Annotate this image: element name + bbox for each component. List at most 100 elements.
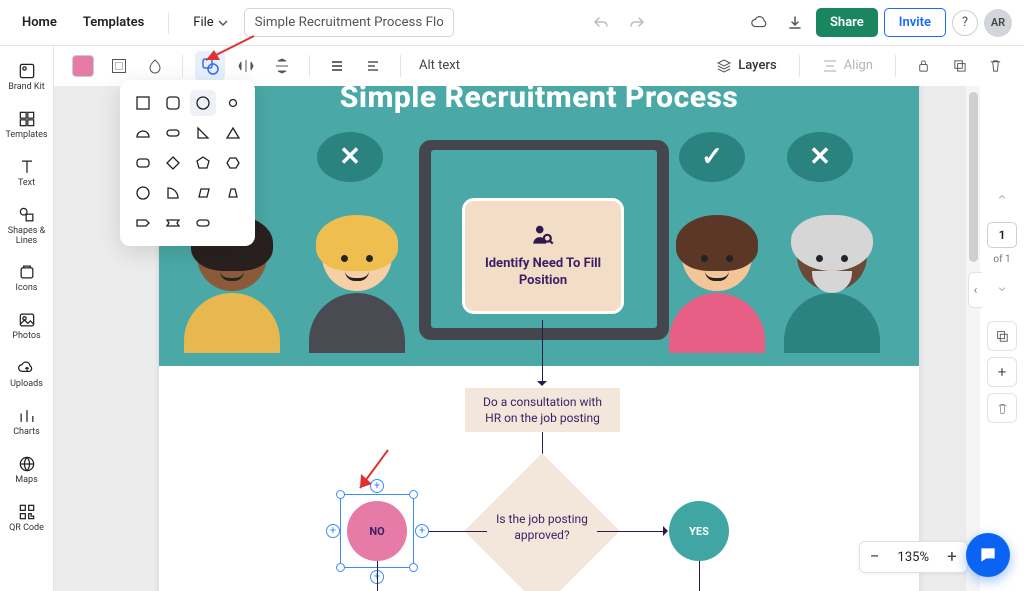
sidebar-label: Photos: [12, 332, 40, 342]
nav-home[interactable]: Home: [12, 9, 67, 36]
flip-horizontal-button[interactable]: [231, 51, 261, 81]
speech-bubble-x: ✕: [317, 132, 383, 182]
document-title-input[interactable]: [244, 8, 454, 37]
redo-button[interactable]: [622, 8, 652, 38]
zoom-in-button[interactable]: +: [937, 542, 967, 572]
sidebar-item-shapes[interactable]: Shapes & Lines: [3, 200, 51, 252]
shape-option-right-triangle[interactable]: [190, 120, 216, 146]
shape-option-rounded-square[interactable]: [160, 90, 186, 116]
fill-color-button[interactable]: [68, 51, 98, 81]
share-button[interactable]: Share: [816, 8, 878, 37]
align-label: Align: [844, 58, 873, 73]
sidebar-item-brandkit[interactable]: Brand Kit: [3, 56, 51, 98]
collapse-rail-tab[interactable]: ‹: [968, 272, 982, 308]
alt-text-button[interactable]: Alt text: [413, 54, 466, 77]
sidebar-item-text[interactable]: Text: [3, 152, 51, 194]
shape-option-ribbon[interactable]: [160, 210, 186, 236]
avatar-illustration: [664, 221, 769, 366]
zoom-out-button[interactable]: −: [860, 542, 890, 572]
shape-option-parallelogram[interactable]: [190, 180, 216, 206]
opacity-button[interactable]: [140, 51, 170, 81]
flow-decision-label: Is the job posting approved?: [487, 511, 597, 543]
zoom-level[interactable]: 135%: [890, 550, 937, 565]
align-button: Align: [812, 53, 883, 79]
shape-option-rounded-rect[interactable]: [130, 150, 156, 176]
sidebar-item-charts[interactable]: Charts: [3, 401, 51, 443]
hero-title: Simple Recruitment Process: [159, 86, 919, 115]
cloud-sync-icon[interactable]: [744, 8, 774, 38]
zoom-control: − 135% +: [859, 541, 968, 573]
shape-swap-button[interactable]: [195, 51, 225, 81]
page-up-button[interactable]: ⌃: [987, 186, 1017, 216]
chat-fab[interactable]: [966, 533, 1010, 577]
shape-option-small-circle[interactable]: [220, 90, 246, 116]
sidebar-item-qrcode[interactable]: QR Code: [3, 497, 51, 539]
spacing-button[interactable]: [358, 51, 388, 81]
user-avatar[interactable]: AR: [984, 9, 1012, 37]
page-number-indicator[interactable]: 1: [987, 222, 1017, 248]
shape-option-hexagon[interactable]: [220, 150, 246, 176]
shape-option-terminator[interactable]: [190, 210, 216, 236]
list-button[interactable]: [322, 51, 352, 81]
shape-option-arrow-tag[interactable]: [130, 210, 156, 236]
border-style-button[interactable]: [104, 51, 134, 81]
flow-yes-node[interactable]: YES: [669, 501, 729, 561]
sidebar-label: Icons: [16, 284, 38, 294]
file-menu[interactable]: File: [183, 9, 237, 36]
sidebar-item-uploads[interactable]: Uploads: [3, 353, 51, 395]
shape-option-pentagon[interactable]: [190, 150, 216, 176]
sidebar-item-templates[interactable]: Templates: [3, 104, 51, 146]
design-page[interactable]: Simple Recruitment Process ✓ ✕ ✓ ✕ Ident…: [159, 86, 919, 591]
flow-start-card: Identify Need To Fill Position: [462, 198, 624, 314]
speech-bubble-x: ✕: [787, 132, 853, 182]
add-page-button[interactable]: +: [987, 357, 1017, 387]
sidebar-label: Brand Kit: [8, 83, 44, 93]
shape-option-diamond[interactable]: [160, 150, 186, 176]
help-button[interactable]: ?: [952, 10, 978, 36]
shape-option-ring[interactable]: [130, 180, 156, 206]
page-rail: ⌃ 1 of 1 ⌄ +: [980, 86, 1024, 591]
layers-button[interactable]: Layers: [706, 53, 786, 79]
selection-connector-right[interactable]: +: [415, 524, 429, 538]
duplicate-button[interactable]: [944, 51, 974, 81]
nav-templates[interactable]: Templates: [73, 9, 154, 36]
flow-box-consult[interactable]: Do a consultation with HR on the job pos…: [465, 388, 620, 432]
sidebar-label: Charts: [13, 428, 40, 438]
file-menu-label: File: [193, 15, 213, 30]
avatar-illustration: [304, 221, 409, 366]
flow-no-node[interactable]: NO: [347, 501, 407, 561]
top-nav: Home Templates File Share Invite ? AR: [0, 0, 1024, 46]
vertical-scrollbar[interactable]: [966, 86, 980, 591]
sidebar-label: Maps: [15, 476, 37, 486]
shape-option-quarter[interactable]: [160, 180, 186, 206]
duplicate-page-button[interactable]: [987, 321, 1017, 351]
shape-option-trapezoid[interactable]: [220, 180, 246, 206]
shape-option-triangle[interactable]: [220, 120, 246, 146]
sidebar-item-maps[interactable]: Maps: [3, 449, 51, 491]
invite-button[interactable]: Invite: [884, 8, 946, 37]
page-down-button[interactable]: ⌄: [987, 271, 1017, 301]
undo-button[interactable]: [586, 8, 616, 38]
flow-area: Do a consultation with HR on the job pos…: [159, 366, 919, 591]
left-sidebar: Brand Kit Templates Text Shapes & Lines …: [0, 46, 54, 591]
shape-option-pill[interactable]: [160, 120, 186, 146]
selection-connector-left[interactable]: +: [326, 524, 340, 538]
chevron-down-icon: [218, 18, 228, 28]
download-button[interactable]: [780, 8, 810, 38]
delete-button[interactable]: [980, 51, 1010, 81]
sidebar-item-photos[interactable]: Photos: [3, 305, 51, 347]
sidebar-label: Text: [18, 179, 35, 189]
sidebar-item-icons[interactable]: Icons: [3, 257, 51, 299]
sidebar-label: Shapes & Lines: [3, 227, 51, 247]
shape-option-square[interactable]: [130, 90, 156, 116]
avatar-illustration: [779, 221, 884, 366]
shape-option-semicircle[interactable]: [130, 120, 156, 146]
delete-page-button[interactable]: [987, 393, 1017, 423]
lock-button[interactable]: [908, 51, 938, 81]
shape-option-circle[interactable]: [190, 90, 216, 116]
flow-start-label: Identify Need To Fill Position: [473, 256, 613, 290]
flip-vertical-button[interactable]: [267, 51, 297, 81]
page-total-label: of 1: [993, 254, 1010, 265]
selection-connector-top[interactable]: +: [370, 479, 384, 493]
shape-picker-popover: [120, 80, 255, 246]
